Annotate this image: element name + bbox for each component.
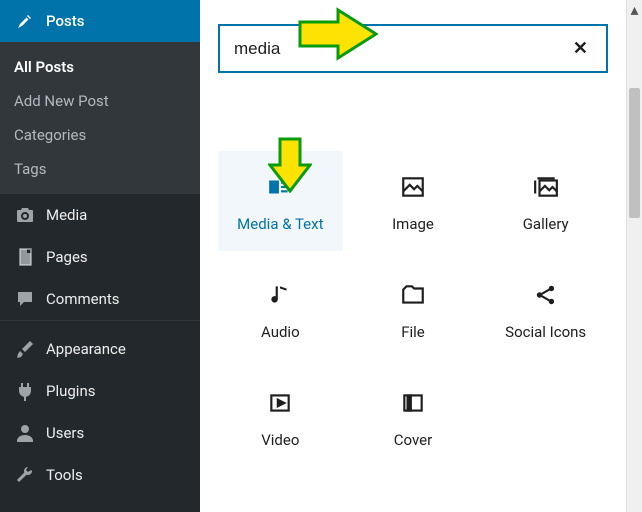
clear-search-button[interactable]: ✕ [569,38,592,59]
block-label: File [401,323,425,341]
sidebar-sub-categories[interactable]: Categories [0,118,200,152]
user-icon [14,422,36,444]
audio-icon [267,281,293,309]
block-gallery[interactable]: Gallery [483,151,608,251]
plug-icon [14,380,36,402]
sidebar-label: Users [46,424,84,442]
comment-icon [14,288,36,310]
sidebar-label: Plugins [46,382,95,400]
sidebar-item-comments[interactable]: Comments [0,278,200,320]
sidebar-label: Posts [46,12,84,30]
gallery-icon [533,173,559,201]
admin-sidebar: Posts All Posts Add New Post Categories … [0,0,200,512]
block-social-icons[interactable]: Social Icons [483,259,608,359]
inserter-panel: ✕ Media & Text [200,0,626,512]
block-label: Social Icons [505,323,586,341]
sidebar-item-media[interactable]: Media [0,194,200,236]
block-label: Video [261,431,299,449]
sidebar-sub-all-posts[interactable]: All Posts [0,50,200,84]
block-search-input[interactable] [234,39,569,59]
brush-icon [14,338,36,360]
sidebar-label: Tools [46,466,83,484]
file-icon [400,281,426,309]
block-label: Image [392,215,434,233]
sidebar-label: Pages [46,248,88,266]
camera-icon [14,204,36,226]
sidebar-sub-add-new[interactable]: Add New Post [0,84,200,118]
sidebar-sub-tags[interactable]: Tags [0,152,200,186]
block-label: Audio [261,323,300,341]
block-file[interactable]: File [351,259,476,359]
block-image[interactable]: Image [351,151,476,251]
block-search-box[interactable]: ✕ [218,24,608,73]
share-icon [533,281,559,309]
annotation-arrow-down [268,137,312,193]
sidebar-item-appearance[interactable]: Appearance [0,328,200,370]
sidebar-label: Media [46,206,87,224]
sidebar-item-users[interactable]: Users [0,412,200,454]
cover-icon [400,389,426,417]
block-label: Gallery [523,215,569,233]
block-label: Cover [394,431,432,449]
sidebar-item-plugins[interactable]: Plugins [0,370,200,412]
sidebar-item-tools[interactable]: Tools [0,454,200,496]
block-label: Media & Text [237,215,323,233]
video-icon [267,389,293,417]
main-panel: ✕ Media & Text [200,0,642,512]
image-icon [400,173,426,201]
sidebar-submenu: All Posts Add New Post Categories Tags [0,42,200,194]
scroll-up-button[interactable]: ▴ [627,0,642,18]
blocks-grid: Media & Text Image Gallery [218,151,608,467]
sidebar-item-posts[interactable]: Posts [0,0,200,42]
block-cover[interactable]: Cover [351,367,476,467]
scroll-thumb[interactable] [629,88,640,218]
wrench-icon [14,464,36,486]
block-audio[interactable]: Audio [218,259,343,359]
sidebar-label: Appearance [46,340,126,358]
pushpin-icon [14,10,36,32]
page-icon [14,246,36,268]
sidebar-separator [0,320,200,328]
block-video[interactable]: Video [218,367,343,467]
sidebar-item-pages[interactable]: Pages [0,236,200,278]
sidebar-label: Comments [46,290,120,308]
scrollbar[interactable]: ▴ [626,0,642,512]
annotation-arrow-right [298,6,378,62]
